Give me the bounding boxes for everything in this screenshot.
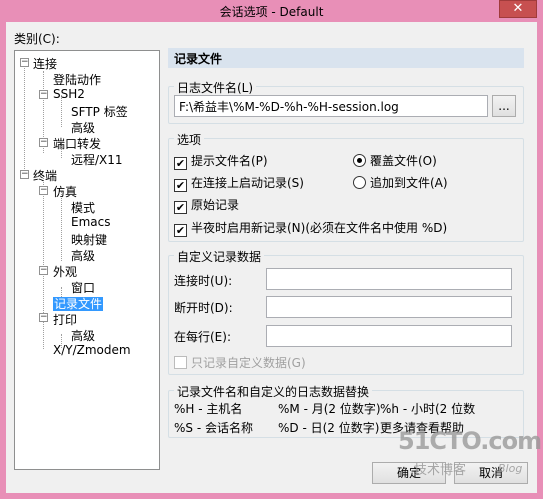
- checkbox-checked-icon: ✔: [174, 179, 187, 192]
- tree-item-window[interactable]: 窗口: [71, 279, 95, 296]
- tree-item-connection[interactable]: 连接: [33, 55, 57, 72]
- checkbox-checked-icon: ✔: [174, 157, 187, 170]
- tree-item-xyzmodem[interactable]: X/Y/Zmodem: [53, 343, 131, 357]
- on-connect-input[interactable]: [266, 268, 512, 290]
- on-each-line-label: 在每行(E):: [174, 330, 231, 344]
- tree-item-remote-x11[interactable]: 远程/X11: [71, 151, 123, 168]
- category-label: 类别(C):: [14, 32, 60, 46]
- toggle-ssh2-icon[interactable]: −: [39, 90, 48, 99]
- checkbox-checked-icon: ✔: [174, 224, 187, 237]
- log-filename-input[interactable]: F:\希益丰\%M-%D-%h-%H-session.log: [174, 95, 488, 117]
- toggle-terminal-icon[interactable]: −: [20, 170, 29, 179]
- tree-item-terminal[interactable]: 终端: [33, 167, 57, 184]
- subst-day: %D - 日(2 位数字): [278, 421, 380, 435]
- title-bar: 会话选项 - Default ✕: [0, 0, 543, 22]
- raw-log-checkbox[interactable]: ✔ 原始记录: [174, 196, 239, 214]
- tree-item-modes[interactable]: 模式: [71, 199, 95, 216]
- watermark-logo: 51CTO.com: [398, 427, 542, 455]
- subst-session-name: %S - 会话名称: [174, 421, 253, 435]
- toggle-print-icon[interactable]: −: [39, 313, 48, 322]
- toggle-emulation-icon[interactable]: −: [39, 186, 48, 195]
- tree-item-log-file[interactable]: 记录文件: [53, 295, 104, 312]
- subst-hour: %h - 小时(2 位数: [380, 402, 476, 416]
- tree-item-mapped-keys[interactable]: 映射键: [71, 231, 107, 248]
- watermark-subtitle: 技术博客: [414, 463, 467, 478]
- window-title: 会话选项 - Default: [219, 5, 324, 19]
- tree-item-sftp-tab[interactable]: SFTP 标签: [71, 103, 128, 120]
- log-filename-group-title: 日志文件名(L): [174, 79, 257, 96]
- checkbox-empty-icon: [174, 356, 187, 369]
- tree-item-emulation[interactable]: 仿真: [53, 183, 77, 200]
- tree-item-port-forwarding[interactable]: 端口转发: [53, 135, 101, 152]
- browse-button[interactable]: ...: [492, 95, 516, 117]
- on-disconnect-label: 断开时(D):: [174, 301, 233, 315]
- tree-item-appearance[interactable]: 外观: [53, 263, 77, 280]
- radio-empty-icon: [353, 176, 366, 189]
- tree-item-ssh2-advanced[interactable]: 高级: [71, 119, 95, 136]
- radio-selected-icon: [353, 154, 366, 167]
- tree-item-emulation-advanced[interactable]: 高级: [71, 247, 95, 264]
- subst-month: %M - 月(2 位数字): [278, 402, 381, 416]
- tree-item-login-actions[interactable]: 登陆动作: [53, 71, 101, 88]
- toggle-port-forwarding-icon[interactable]: −: [39, 138, 48, 147]
- tree-item-emacs[interactable]: Emacs: [71, 215, 110, 229]
- options-group-title: 选项: [174, 131, 205, 148]
- only-custom-data-checkbox[interactable]: 只记录自定义数据(G): [174, 354, 306, 371]
- substitution-group-title: 记录文件名和自定义的日志数据替换: [174, 383, 373, 400]
- tree-item-print[interactable]: 打印: [53, 311, 77, 328]
- append-radio[interactable]: 追加到文件(A): [353, 174, 448, 191]
- midnight-new-log-checkbox[interactable]: ✔ 半夜时启用新记录(N)(必须在文件名中使用 %D): [174, 219, 447, 237]
- overwrite-radio[interactable]: 覆盖文件(O): [353, 152, 437, 169]
- toggle-appearance-icon[interactable]: −: [39, 266, 48, 275]
- panel-header: 记录文件: [168, 48, 524, 68]
- prompt-filename-checkbox[interactable]: ✔ 提示文件名(P): [174, 152, 268, 170]
- subst-hostname: %H - 主机名: [174, 402, 243, 416]
- category-tree[interactable]: − − − − − − − 连接 登陆动作 SSH2 SFTP 标签 高级 端口…: [14, 50, 160, 470]
- custom-data-group-title: 自定义记录数据: [174, 248, 265, 265]
- on-each-line-input[interactable]: [266, 325, 512, 347]
- close-button[interactable]: ✕: [499, 0, 537, 18]
- watermark-blog: Blog: [498, 462, 523, 475]
- checkbox-checked-icon: ✔: [174, 201, 187, 214]
- on-connect-label: 连接时(U):: [174, 274, 233, 288]
- on-disconnect-input[interactable]: [266, 296, 512, 318]
- toggle-connection-icon[interactable]: −: [20, 58, 29, 67]
- tree-item-ssh2[interactable]: SSH2: [53, 87, 85, 101]
- start-on-connect-checkbox[interactable]: ✔ 在连接上启动记录(S): [174, 174, 304, 192]
- tree-item-print-advanced[interactable]: 高级: [71, 327, 95, 344]
